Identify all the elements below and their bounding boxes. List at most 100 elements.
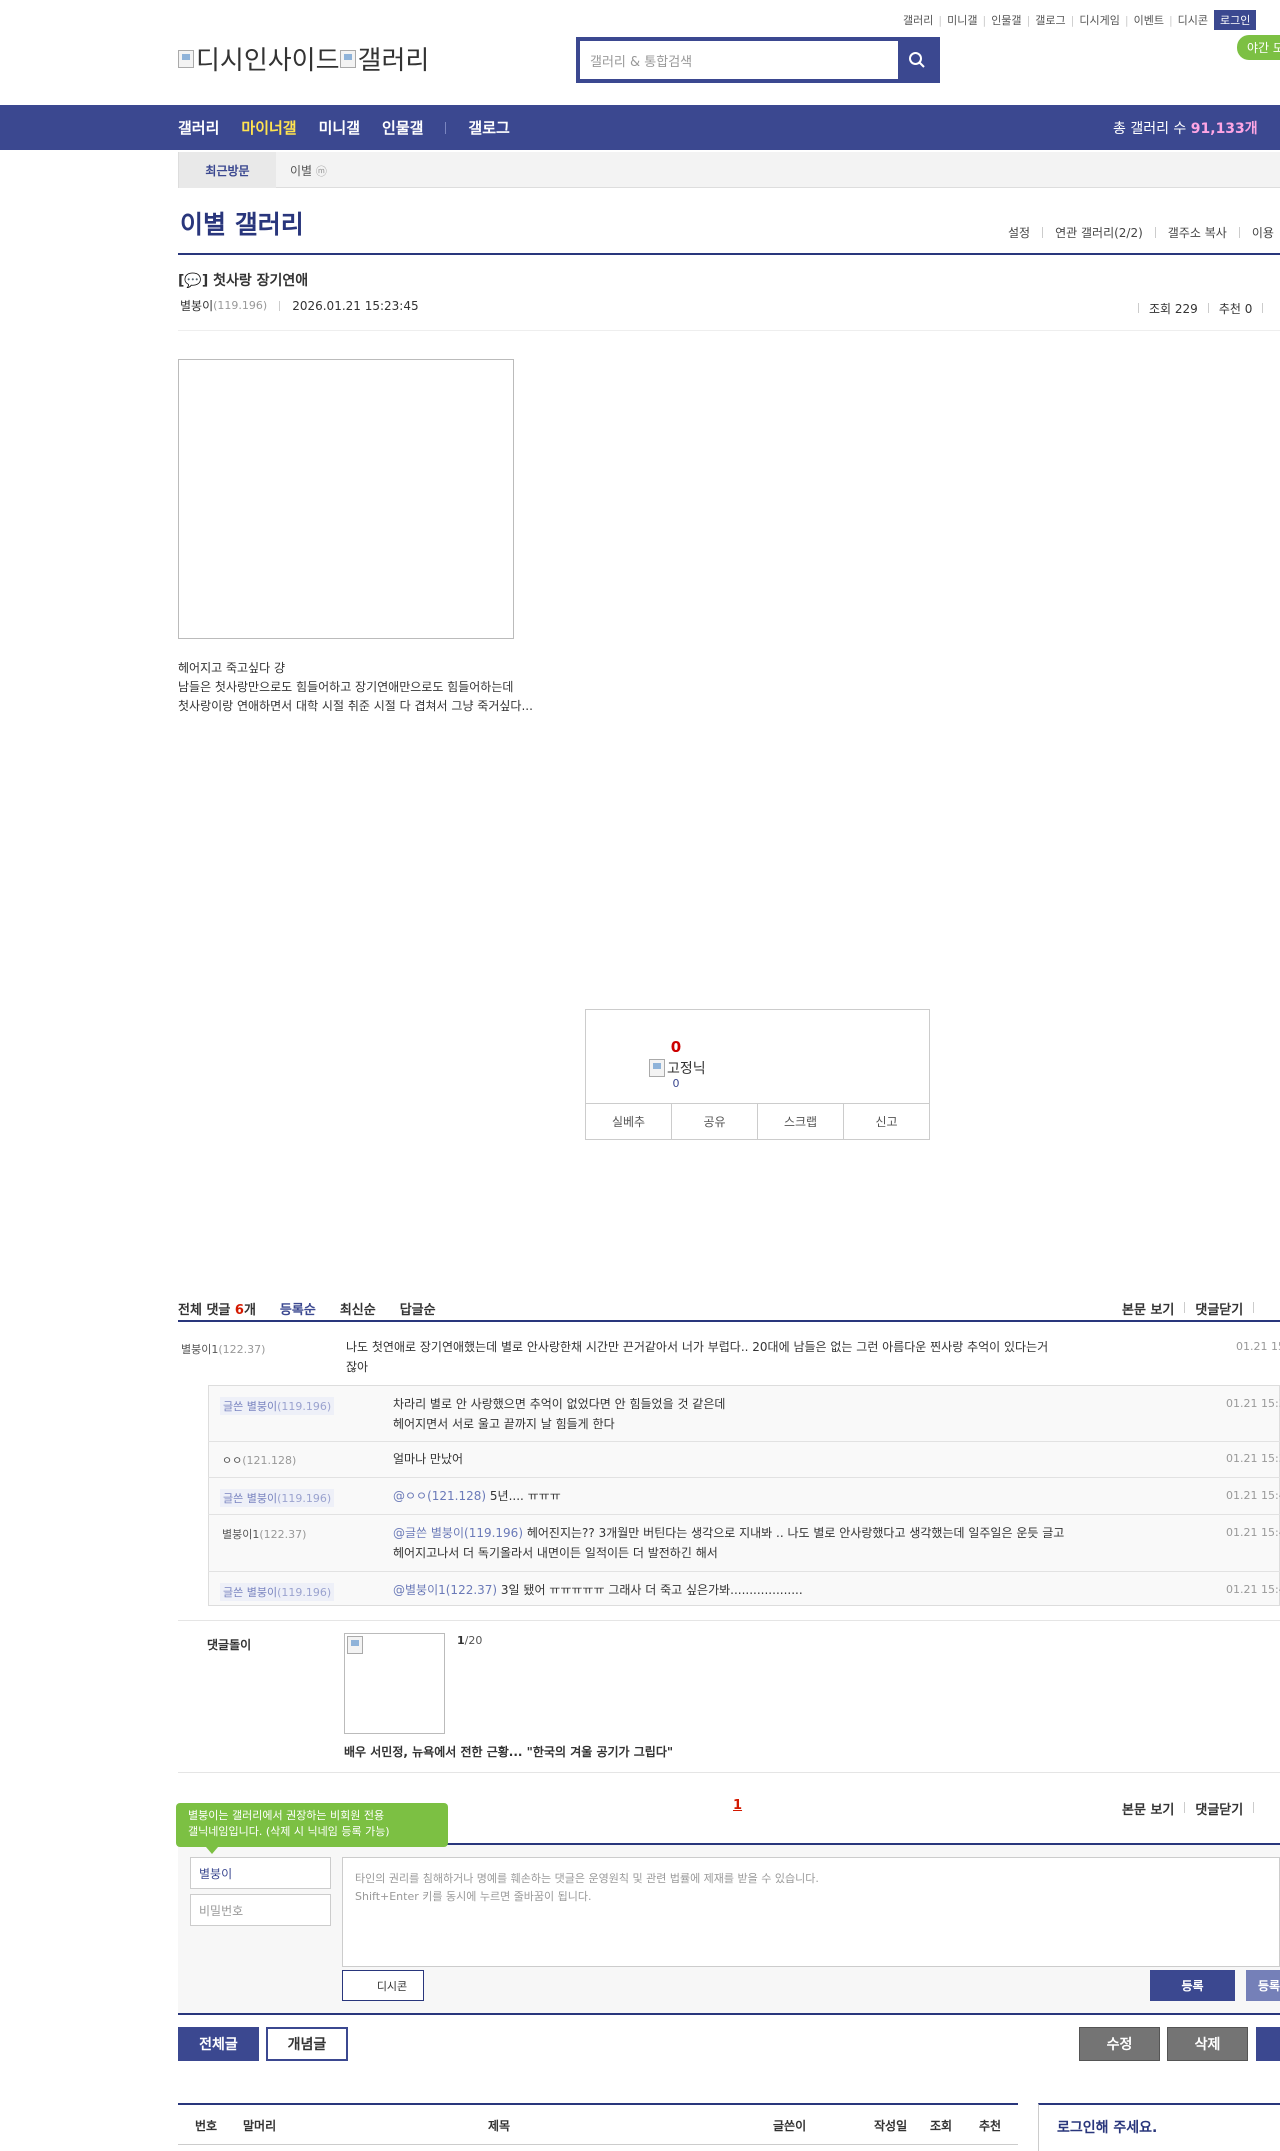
divider [1154,227,1156,238]
night-mode-button[interactable]: 야간 모드 [1237,35,1280,60]
comment-text-line: 5년.... ㅠㅠㅠ [486,1489,561,1503]
fixnick-count-value: 0 [672,1077,680,1090]
comment-nick[interactable]: 별붕이1(122.37) [222,1526,306,1542]
fixnick-image[interactable]: 고정닉 [649,1058,706,1078]
sort-reply[interactable]: 답글순 [400,1299,436,1318]
search-button[interactable] [898,41,936,79]
broken-image-icon [178,49,194,68]
comment-date: 01.21 15:3 [1226,1397,1280,1410]
util-link-minigal[interactable]: 미니갤 [947,12,977,28]
comment-write-area: 별붕이 비밀번호 타인의 권리를 침해하거나 명예를 훼손하는 댓글은 운영원칙… [178,1845,1280,2015]
silbe-recommend-button[interactable]: 실베추 [586,1104,672,1139]
nickname-input[interactable]: 별붕이 [190,1857,331,1889]
comment-nick-ip: (122.37) [218,1343,266,1356]
search-icon [909,52,925,68]
recent-visit-bar: 최근방문 이별 ⓜ [178,152,1280,188]
nav-mini-gallery[interactable]: 미니갤 [319,117,360,138]
post-body-line: 헤어지고 죽고싶다 걍 [178,661,285,675]
post-image[interactable] [178,359,514,639]
comment-nick-name: 별붕이1 [181,1343,219,1356]
comment-nick-ip: (119.196) [277,1492,332,1505]
close-comments-button[interactable]: 댓글닫기 [1195,1299,1243,1318]
comment-total: 전체 댓글 6개 [178,1299,256,1318]
copy-address-link[interactable]: 갤주소 복사 [1168,224,1227,241]
comment-nick-ip: (119.196) [277,1586,332,1599]
usage-link[interactable]: 이용 [1252,224,1274,241]
col-writer: 글쓴이 [773,2119,807,2133]
view-body-button[interactable]: 본문 보기 [1122,1799,1174,1818]
util-link-dccon[interactable]: 디시콘 [1178,12,1208,28]
dccon-button[interactable]: 디시콘 [342,1970,424,2001]
recent-visit-item[interactable]: 이별 ⓜ [290,162,327,179]
nav-gallog[interactable]: 갤로그 [468,117,509,138]
top-util-links: 갤러리 | 미니갤 | 인물갤 | 갤로그 | 디시게임 | 이벤트 | 디시콘 로그인 [903,10,1257,30]
concept-posts-button[interactable]: 개념글 [266,2027,348,2061]
comment-nick-name: 별붕이1 [222,1528,260,1541]
comment-bot-image[interactable] [344,1633,445,1734]
post-recommend: 추천 0 [1218,301,1253,316]
comment-text: @별붕이1(122.37) 3일 됐어 ㅠㅠㅠㅠㅠ 그래사 더 죽고 싶은가봐.… [393,1580,1193,1600]
util-link-persongal[interactable]: 인물갤 [991,12,1021,28]
comment-nick[interactable]: ㅇㅇ(121.128) [222,1452,296,1468]
nav-gallery[interactable]: 갤러리 [178,117,219,138]
nav-person-gallery[interactable]: 인물갤 [382,117,423,138]
comment-bot-news-title[interactable]: 배우 서민정, 뉴욕에서 전한 근황... "한국의 겨울 공기가 그립다" [344,1743,673,1760]
delete-button[interactable]: 삭제 [1167,2027,1248,2061]
gallery-title[interactable]: 이별 갤러리 [180,205,304,241]
gallery-links: 설정 연관 갤러리(2/2) 갤주소 복사 이용 [1008,224,1274,241]
login-button[interactable]: 로그인 [1214,10,1257,30]
register-button[interactable]: 등록 [1150,1970,1235,2001]
post-stats: 조회 229 추천 0 [1128,298,1280,318]
divider [178,330,1280,331]
share-button[interactable]: 공유 [672,1104,758,1139]
divider [178,1620,1280,1621]
comment-mention[interactable]: @ㅇㅇ(121.128) [393,1489,486,1503]
util-link-gallery[interactable]: 갤러리 [903,12,933,28]
comment-date: 01.21 15:4 [1226,1583,1280,1596]
post-author[interactable]: 별봉이 [180,297,213,314]
divider [1207,303,1209,313]
scrap-button[interactable]: 스크랩 [758,1104,844,1139]
nav-minor-gallery[interactable]: 마이너갤 [241,117,296,138]
search-input[interactable]: 갤러리 & 통합검색 [580,41,898,79]
util-link-event[interactable]: 이벤트 [1134,12,1164,28]
comment-page-1[interactable]: 1 [733,1798,742,1813]
sort-latest[interactable]: 최신순 [340,1299,376,1318]
comment-mention[interactable]: @별붕이1(122.37) [393,1583,497,1597]
comment-nick[interactable]: 별붕이1(122.37) [181,1341,265,1357]
comment-text: @ㅇㅇ(121.128) 5년.... ㅠㅠㅠ [393,1486,1193,1506]
login-prompt[interactable]: 로그인해 주세요. [1057,2117,1157,2137]
logo-alt-gallery: 갤러리 [357,46,430,76]
divider [1042,227,1044,238]
divider [1238,227,1240,238]
util-link-gallog[interactable]: 갤로그 [1035,12,1065,28]
logo[interactable]: 디시인사이드 갤러리 [178,40,429,77]
comment-textarea[interactable]: 타인의 권리를 침해하거나 명예를 훼손하는 댓글은 운영원칙 및 관련 법률에… [342,1857,1280,1967]
post-views: 조회 229 [1149,301,1198,316]
recent-visit-label[interactable]: 최근방문 [178,152,276,188]
view-body-button[interactable]: 본문 보기 [1122,1299,1174,1318]
col-date: 작성일 [874,2119,908,2133]
post-body-line: 남들은 첫사랑만으로도 힘들어하고 장기연애만으로도 힘들어하는데 [178,680,514,694]
password-input[interactable]: 비밀번호 [190,1894,331,1926]
report-button[interactable]: 신고 [844,1104,929,1139]
divider [208,1441,1280,1442]
comment-date: 01.21 15: [1236,1340,1280,1353]
divider [1262,303,1264,313]
gallery-settings-link[interactable]: 설정 [1008,224,1030,241]
sort-register[interactable]: 등록순 [280,1299,316,1318]
fixnick-alt: 고정닉 [667,1061,706,1077]
divider: | [938,13,943,27]
comment-nick[interactable]: 글쓴 별붕이(119.196) [220,1583,335,1601]
comment-nick[interactable]: 글쓴 별붕이(119.196) [220,1397,335,1415]
edit-button[interactable]: 수정 [1079,2027,1160,2061]
all-posts-button[interactable]: 전체글 [178,2027,259,2061]
write-button[interactable] [1256,2027,1280,2061]
util-link-dcgame[interactable]: 디시게임 [1079,12,1119,28]
register-recommend-button[interactable]: 등록 [1246,1970,1280,2001]
related-gallery-link[interactable]: 연관 갤러리(2/2) [1055,224,1143,241]
close-comments-button[interactable]: 댓글닫기 [1195,1799,1243,1818]
comment-mention[interactable]: @글쓴 별붕이(119.196) [393,1526,523,1540]
logo-alt-dcinside: 디시인사이드 [196,46,340,76]
comment-nick[interactable]: 글쓴 별붕이(119.196) [220,1489,335,1507]
